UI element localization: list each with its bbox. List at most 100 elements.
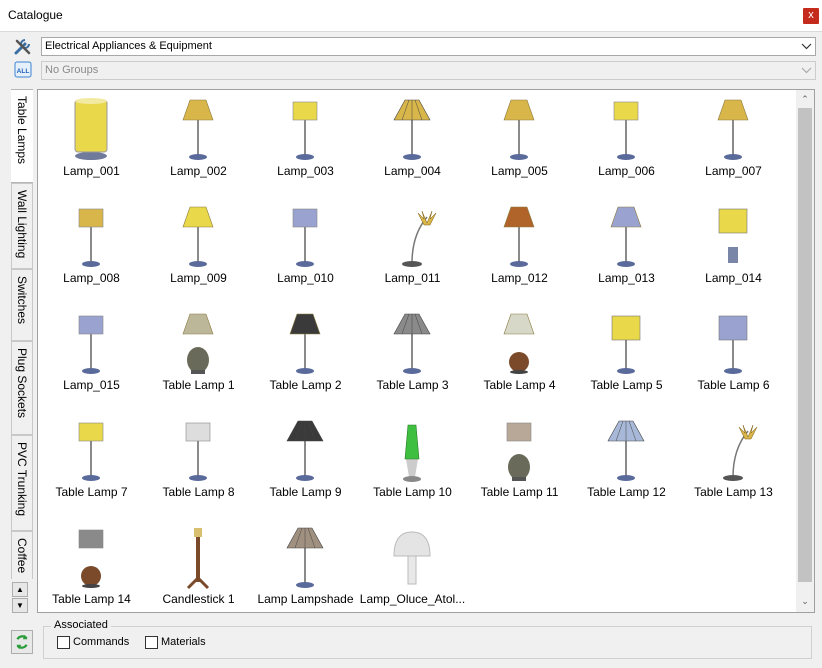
catalogue-item[interactable]: Lamp_011: [359, 201, 466, 308]
catalogue-item[interactable]: Lamp_005: [466, 94, 573, 201]
lamp-thumbnail: [186, 528, 210, 590]
catalogue-item-label: Table Lamp 3: [376, 378, 449, 392]
all-groups-icon[interactable]: ALL: [13, 61, 33, 79]
lamp-thumbnail: [506, 422, 532, 481]
vertical-scrollbar[interactable]: ⌃ ⌄: [796, 90, 814, 612]
lamp-thumbnail: [185, 422, 211, 481]
catalogue-item-label: Table Lamp 4: [483, 378, 556, 392]
group-value: No Groups: [45, 64, 99, 76]
catalogue-item-label: Lamp_013: [598, 271, 655, 285]
catalogue-item[interactable]: Table Lamp 4: [466, 308, 573, 415]
catalogue-item[interactable]: Table Lamp 2: [252, 308, 359, 415]
catalogue-item[interactable]: Lamp_006: [573, 94, 680, 201]
lamp-thumbnail: [718, 315, 748, 374]
catalogue-item-label: Table Lamp 8: [162, 485, 235, 499]
commands-checkbox-box[interactable]: [57, 636, 70, 649]
catalogue-item-label: Lamp_006: [598, 164, 655, 178]
catalogue-item[interactable]: Lamp_009: [145, 201, 252, 308]
catalogue-item[interactable]: Table Lamp 9: [252, 415, 359, 522]
catalogue-item[interactable]: Lamp_004: [359, 94, 466, 201]
associated-group: [43, 626, 812, 659]
catalogue-item[interactable]: Table Lamp 13: [680, 415, 787, 522]
catalogue-item[interactable]: Table Lamp 11: [466, 415, 573, 522]
group-select[interactable]: No Groups: [41, 61, 816, 80]
chevron-down-icon: [801, 43, 812, 50]
catalogue-item[interactable]: Lamp_012: [466, 201, 573, 308]
lamp-thumbnail: [393, 313, 431, 374]
catalogue-item[interactable]: Table Lamp 3: [359, 308, 466, 415]
refresh-button[interactable]: [11, 630, 33, 654]
tab-wall-lighting[interactable]: Wall Lighting: [11, 183, 33, 269]
tab-table-lamps[interactable]: Table Lamps: [11, 89, 33, 183]
catalogue-item-label: Table Lamp 7: [55, 485, 128, 499]
catalogue-item[interactable]: Table Lamp 12: [573, 415, 680, 522]
catalogue-item[interactable]: Table Lamp 10: [359, 415, 466, 522]
catalogue-item[interactable]: Lamp_010: [252, 201, 359, 308]
catalogue-item-label: Lamp_010: [277, 271, 334, 285]
catalogue-item[interactable]: Lamp_001: [38, 94, 145, 201]
lamp-thumbnail: [611, 315, 641, 374]
lamp-thumbnail: [613, 101, 639, 160]
catalogue-item[interactable]: Lamp Lampshade: [252, 522, 359, 629]
category-select[interactable]: Electrical Appliances & Equipment: [41, 37, 816, 56]
lamp-thumbnail: [286, 420, 324, 481]
lamp-thumbnail: [402, 210, 437, 267]
all-badge-text: ALL: [17, 68, 30, 75]
catalogue-item-label: Table Lamp 12: [587, 485, 666, 499]
catalogue-item[interactable]: Lamp_003: [252, 94, 359, 201]
catalogue-item[interactable]: Lamp_013: [573, 201, 680, 308]
materials-checkbox-box[interactable]: [145, 636, 158, 649]
lamp-thumbnail: [182, 206, 214, 267]
tabs-scroll-down-button[interactable]: ▼: [12, 598, 28, 613]
lamp-thumbnail: [292, 208, 318, 267]
title-bar: Catalogue x: [0, 0, 822, 32]
lamp-thumbnail: [182, 313, 214, 374]
lamp-thumbnail: [182, 99, 214, 160]
catalogue-item[interactable]: Lamp_007: [680, 94, 787, 201]
catalogue-item[interactable]: Lamp_014: [680, 201, 787, 308]
tab-coffee[interactable]: Coffee: [11, 531, 33, 579]
lamp-thumbnail: [78, 208, 104, 267]
catalogue-item-label: Table Lamp 10: [373, 485, 452, 499]
category-tabs: Table Lamps Wall Lighting Switches Plug …: [11, 89, 33, 579]
commands-label: Commands: [73, 636, 130, 648]
catalogue-item[interactable]: Table Lamp 8: [145, 415, 252, 522]
tab-pvc-trunking[interactable]: PVC Trunking: [11, 435, 33, 531]
catalogue-grid: Lamp_001 Lamp_002 Lamp_003 Lamp_004 Lamp_005…: [37, 89, 815, 613]
scrollbar-thumb[interactable]: [798, 108, 812, 582]
catalogue-item[interactable]: Table Lamp 1: [145, 308, 252, 415]
tabs-scroll-up-button[interactable]: ▲: [12, 582, 28, 597]
catalogue-item-label: Candlestick 1: [162, 592, 235, 606]
catalogue-item[interactable]: Lamp_008: [38, 201, 145, 308]
window-title: Catalogue: [8, 8, 63, 22]
catalogue-item[interactable]: Table Lamp 7: [38, 415, 145, 522]
tab-plug-sockets[interactable]: Plug Sockets: [11, 341, 33, 435]
catalogue-item[interactable]: Lamp_Oluce_Atol...: [359, 522, 466, 629]
close-button[interactable]: x: [803, 8, 819, 24]
tab-switches[interactable]: Switches: [11, 269, 33, 341]
catalogue-item[interactable]: Table Lamp 6: [680, 308, 787, 415]
catalogue-item[interactable]: Lamp_015: [38, 308, 145, 415]
catalogue-item-label: Table Lamp 14: [52, 592, 131, 606]
scroll-up-arrow[interactable]: ⌃: [796, 90, 814, 108]
catalogue-item-label: Lamp_002: [170, 164, 227, 178]
catalogue-item-label: Lamp Lampshade: [257, 592, 354, 606]
catalogue-item-label: Table Lamp 9: [269, 485, 342, 499]
catalogue-item[interactable]: Candlestick 1: [145, 522, 252, 629]
lamp-thumbnail: [717, 99, 749, 160]
lamp-thumbnail: [286, 527, 324, 588]
scroll-down-arrow[interactable]: ⌄: [796, 592, 814, 610]
catalogue-item-label: Lamp_008: [63, 271, 120, 285]
lamp-thumbnail: [503, 99, 535, 160]
catalogue-item-label: Table Lamp 5: [590, 378, 663, 392]
lamp-thumbnail: [503, 313, 535, 374]
lamp-thumbnail: [393, 531, 431, 585]
lamp-thumbnail: [393, 99, 431, 160]
catalogue-item[interactable]: Table Lamp 5: [573, 308, 680, 415]
lamp-thumbnail: [718, 208, 748, 263]
tools-icon[interactable]: [13, 38, 33, 56]
catalogue-item[interactable]: Table Lamp 14: [38, 522, 145, 629]
lamp-thumbnail: [503, 206, 535, 267]
catalogue-item[interactable]: Lamp_002: [145, 94, 252, 201]
lamp-thumbnail: [74, 98, 108, 160]
